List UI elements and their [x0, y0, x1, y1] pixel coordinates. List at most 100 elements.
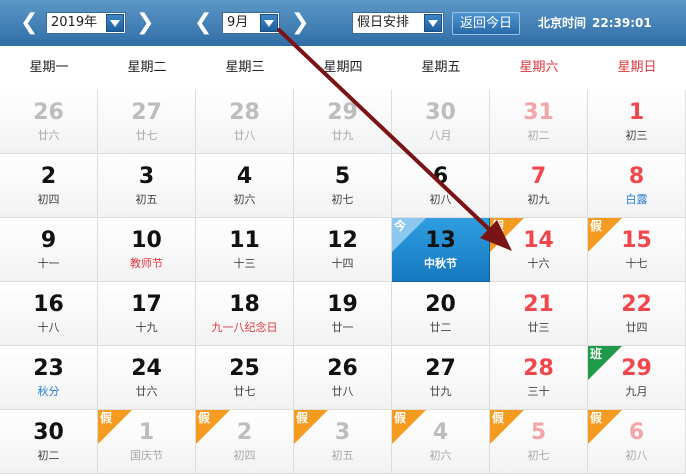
day-number: 26 [327, 356, 358, 381]
day-number: 10 [131, 228, 162, 253]
day-number: 2 [236, 420, 253, 445]
lunar-date: 十八 [37, 321, 60, 334]
weekday-label: 星期三 [225, 60, 265, 75]
calendar-day[interactable]: 25 廿七 [196, 346, 294, 410]
next-month-arrow-icon[interactable]: ❯ [291, 10, 309, 36]
calendar-toolbar: ❮ 2019年 ❯ ❮ 9月 ❯ 假日安排 返回今日 北京时间 22:39:01 [0, 0, 686, 46]
day-number: 7 [530, 164, 547, 189]
holiday-dropdown-icon[interactable] [424, 14, 442, 32]
calendar-day[interactable]: 19 廿一 [294, 282, 392, 346]
prev-month-arrow-icon[interactable]: ❮ [194, 10, 212, 36]
calendar-day[interactable]: 16 十八 [0, 282, 98, 346]
calendar-day[interactable]: 28 三十 [490, 346, 588, 410]
calendar-day[interactable]: 8 白露 [588, 154, 686, 218]
lunar-date: 十一 [37, 257, 60, 270]
calendar-day[interactable]: 假 14 十六 [490, 218, 588, 282]
calendar-day[interactable]: 12 十四 [294, 218, 392, 282]
calendar-day[interactable]: 29 廿九 [294, 90, 392, 154]
year-dropdown-icon[interactable] [106, 14, 124, 32]
lunar-date: 中秋节 [424, 257, 457, 270]
calendar-day[interactable]: 26 廿六 [0, 90, 98, 154]
holiday-select-value: 假日安排 [357, 15, 410, 30]
day-number: 19 [327, 292, 358, 317]
calendar-day[interactable]: 假 4 初六 [392, 410, 490, 474]
calendar-day[interactable]: 假 3 初五 [294, 410, 392, 474]
day-number: 16 [33, 292, 64, 317]
calendar-day[interactable]: 21 廿三 [490, 282, 588, 346]
month-dropdown-icon[interactable] [260, 14, 278, 32]
lunar-date: 初八 [429, 193, 452, 206]
lunar-date: 十七 [625, 257, 648, 270]
day-number: 1 [138, 420, 155, 445]
day-number: 6 [432, 164, 449, 189]
lunar-date: 初四 [37, 193, 60, 206]
calendar-day[interactable]: 27 廿七 [98, 90, 196, 154]
calendar-day[interactable]: 班 29 九月 [588, 346, 686, 410]
calendar-day[interactable]: 9 十一 [0, 218, 98, 282]
day-number: 28 [229, 100, 260, 125]
lunar-date: 初六 [233, 193, 256, 206]
calendar-day[interactable]: 22 廿四 [588, 282, 686, 346]
day-number: 17 [131, 292, 162, 317]
calendar-day[interactable]: 18 九一八纪念日 [196, 282, 294, 346]
lunar-date: 廿六 [37, 129, 60, 142]
lunar-date: 初五 [135, 193, 158, 206]
next-year-arrow-icon[interactable]: ❯ [136, 10, 154, 36]
calendar-day-today[interactable]: 今 13 中秋节 [392, 218, 490, 282]
calendar-day[interactable]: 3 初五 [98, 154, 196, 218]
day-number: 4 [236, 164, 253, 189]
day-number: 14 [523, 228, 554, 253]
calendar-day[interactable]: 7 初九 [490, 154, 588, 218]
calendar-day[interactable]: 假 1 国庆节 [98, 410, 196, 474]
lunar-date: 白露 [625, 193, 648, 206]
month-select[interactable]: 9月 [222, 12, 280, 34]
calendar-day[interactable]: 27 廿九 [392, 346, 490, 410]
day-number: 29 [621, 356, 652, 381]
month-select-value: 9月 [227, 15, 249, 30]
day-number: 20 [425, 292, 456, 317]
calendar-day[interactable]: 6 初八 [392, 154, 490, 218]
calendar-day[interactable]: 31 初二 [490, 90, 588, 154]
calendar-day[interactable]: 30 八月 [392, 90, 490, 154]
calendar-day[interactable]: 28 廿八 [196, 90, 294, 154]
calendar-day[interactable]: 10 教师节 [98, 218, 196, 282]
lunar-date: 初三 [625, 129, 648, 142]
year-select[interactable]: 2019年 [46, 12, 126, 34]
clock-label: 北京时间 [538, 16, 587, 30]
lunar-date: 秋分 [37, 385, 60, 398]
day-number: 25 [229, 356, 260, 381]
calendar-day[interactable]: 2 初四 [0, 154, 98, 218]
calendar-day[interactable]: 23 秋分 [0, 346, 98, 410]
holiday-select[interactable]: 假日安排 [352, 12, 444, 34]
calendar-day[interactable]: 假 5 初七 [490, 410, 588, 474]
day-number: 13 [425, 228, 456, 253]
lunar-date: 初七 [331, 193, 354, 206]
calendar-day[interactable]: 11 十三 [196, 218, 294, 282]
prev-year-arrow-icon[interactable]: ❮ [20, 10, 38, 36]
beijing-clock: 北京时间 22:39:01 [538, 14, 652, 31]
day-number: 12 [327, 228, 358, 253]
day-number: 3 [334, 420, 351, 445]
lunar-date: 廿三 [527, 321, 550, 334]
calendar-day[interactable]: 1 初三 [588, 90, 686, 154]
calendar-day[interactable]: 30 初二 [0, 410, 98, 474]
back-to-today-button[interactable]: 返回今日 [452, 12, 520, 35]
calendar-day[interactable]: 20 廿二 [392, 282, 490, 346]
lunar-date: 初六 [429, 449, 452, 462]
lunar-date: 初五 [331, 449, 354, 462]
day-number: 3 [138, 164, 155, 189]
calendar-day[interactable]: 假 6 初八 [588, 410, 686, 474]
lunar-date: 廿二 [429, 321, 452, 334]
day-number: 11 [229, 228, 260, 253]
calendar-day[interactable]: 假 15 十七 [588, 218, 686, 282]
calendar-day[interactable]: 24 廿六 [98, 346, 196, 410]
lunar-date: 十四 [331, 257, 354, 270]
weekday-header: 星期一 星期二 星期三 星期四 星期五 星期六 星期日 [0, 46, 686, 90]
calendar-day[interactable]: 4 初六 [196, 154, 294, 218]
calendar-day[interactable]: 17 十九 [98, 282, 196, 346]
calendar-day[interactable]: 5 初七 [294, 154, 392, 218]
lunar-date: 廿八 [233, 129, 256, 142]
calendar-day[interactable]: 26 廿八 [294, 346, 392, 410]
lunar-date: 廿九 [331, 129, 354, 142]
calendar-day[interactable]: 假 2 初四 [196, 410, 294, 474]
